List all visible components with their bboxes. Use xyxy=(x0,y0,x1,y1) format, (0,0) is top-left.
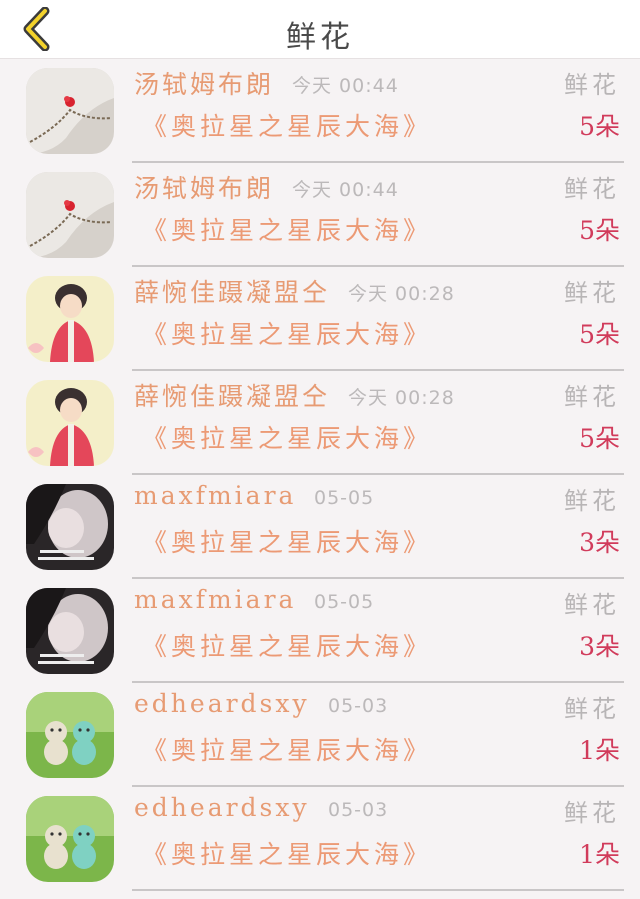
avatar[interactable] xyxy=(26,588,114,674)
sender-name[interactable]: 薛惋佳蹑凝盟仝 xyxy=(134,273,330,309)
gift-count: 5朵 xyxy=(579,424,620,453)
page-title: 鲜花 xyxy=(286,20,354,55)
avatar[interactable] xyxy=(26,172,114,258)
list-item[interactable]: maxfmiara 05-05 鲜花《奥拉星之星辰大海》 3朵 xyxy=(0,475,640,579)
gift-type: 鲜花 xyxy=(564,71,620,99)
timestamp: 05-03 xyxy=(328,695,389,717)
lace-rose-icon xyxy=(26,172,114,258)
room-title[interactable]: 《奥拉星之星辰大海》 xyxy=(142,627,432,663)
teddy-bears-icon xyxy=(26,796,114,882)
room-title[interactable]: 《奥拉星之星辰大海》 xyxy=(142,731,432,767)
timestamp: 今天 00:44 xyxy=(292,179,399,201)
list-item[interactable]: 薛惋佳蹑凝盟仝 今天 00:28 鲜花《奥拉星之星辰大海》 5朵 xyxy=(0,267,640,371)
gift-count: 1朵 xyxy=(579,736,620,765)
room-title[interactable]: 《奥拉星之星辰大海》 xyxy=(142,835,432,871)
gift-type: 鲜花 xyxy=(564,279,620,307)
gift-type: 鲜花 xyxy=(564,383,620,411)
girl-photo-icon xyxy=(26,484,114,570)
avatar[interactable] xyxy=(26,692,114,778)
sender-name[interactable]: edheardsxy xyxy=(134,793,310,822)
timestamp: 05-03 xyxy=(328,799,389,821)
record-content: maxfmiara 05-05 鲜花《奥拉星之星辰大海》 3朵 xyxy=(132,579,624,683)
record-content: 薛惋佳蹑凝盟仝 今天 00:28 鲜花《奥拉星之星辰大海》 5朵 xyxy=(132,267,624,371)
header-bar: 鲜花 xyxy=(0,0,640,59)
sender-name[interactable]: maxfmiara xyxy=(134,585,296,614)
avatar[interactable] xyxy=(26,276,114,362)
room-title[interactable]: 《奥拉星之星辰大海》 xyxy=(142,211,432,247)
sender-name[interactable]: 汤轼姆布朗 xyxy=(134,65,274,101)
list-item[interactable]: 汤轼姆布朗 今天 00:44 鲜花《奥拉星之星辰大海》 5朵 xyxy=(0,163,640,267)
gift-count: 3朵 xyxy=(579,632,620,661)
sender-name[interactable]: maxfmiara xyxy=(134,481,296,510)
gift-count: 5朵 xyxy=(579,112,620,141)
room-title[interactable]: 《奥拉星之星辰大海》 xyxy=(142,315,432,351)
list-item[interactable]: 薛惋佳蹑凝盟仝 今天 00:28 鲜花《奥拉星之星辰大海》 5朵 xyxy=(0,371,640,475)
gift-type: 鲜花 xyxy=(564,799,620,827)
timestamp: 今天 00:28 xyxy=(348,283,455,305)
gift-type: 鲜花 xyxy=(564,487,620,515)
list-item[interactable]: edheardsxy 05-03 鲜花《奥拉星之星辰大海》 1朵 xyxy=(0,787,640,891)
avatar[interactable] xyxy=(26,484,114,570)
lace-rose-icon xyxy=(26,68,114,154)
list-item[interactable]: maxfmiara 05-05 鲜花《奥拉星之星辰大海》 3朵 xyxy=(0,579,640,683)
sender-name[interactable]: 汤轼姆布朗 xyxy=(134,169,274,205)
record-content: 汤轼姆布朗 今天 00:44 鲜花《奥拉星之星辰大海》 5朵 xyxy=(132,59,624,163)
gift-type: 鲜花 xyxy=(564,695,620,723)
room-title[interactable]: 《奥拉星之星辰大海》 xyxy=(142,107,432,143)
avatar[interactable] xyxy=(26,68,114,154)
anime-boy-icon xyxy=(26,276,114,362)
timestamp: 今天 00:28 xyxy=(348,387,455,409)
record-content: edheardsxy 05-03 鲜花《奥拉星之星辰大海》 1朵 xyxy=(132,683,624,787)
gift-type: 鲜花 xyxy=(564,591,620,619)
list-item[interactable]: 汤轼姆布朗 今天 00:44 鲜花《奥拉星之星辰大海》 5朵 xyxy=(0,59,640,163)
gift-type: 鲜花 xyxy=(564,175,620,203)
sender-name[interactable]: 薛惋佳蹑凝盟仝 xyxy=(134,377,330,413)
record-content: edheardsxy 05-03 鲜花《奥拉星之星辰大海》 1朵 xyxy=(132,787,624,891)
avatar[interactable] xyxy=(26,380,114,466)
room-title[interactable]: 《奥拉星之星辰大海》 xyxy=(142,523,432,559)
room-title[interactable]: 《奥拉星之星辰大海》 xyxy=(142,419,432,455)
teddy-bears-icon xyxy=(26,692,114,778)
sender-name[interactable]: edheardsxy xyxy=(134,689,310,718)
girl-photo-icon xyxy=(26,588,114,674)
gift-record-list: 汤轼姆布朗 今天 00:44 鲜花 《奥拉星之星辰大海》 5朵 汤轼姆布朗 今天 00:4… xyxy=(0,59,640,891)
list-item[interactable]: edheardsxy 05-03 鲜花《奥拉星之星辰大海》 1朵 xyxy=(0,683,640,787)
gift-count: 5朵 xyxy=(579,320,620,349)
timestamp: 05-05 xyxy=(314,591,375,613)
timestamp: 05-05 xyxy=(314,487,375,509)
record-content: 薛惋佳蹑凝盟仝 今天 00:28 鲜花《奥拉星之星辰大海》 5朵 xyxy=(132,371,624,475)
record-content: maxfmiara 05-05 鲜花《奥拉星之星辰大海》 3朵 xyxy=(132,475,624,579)
gift-count: 1朵 xyxy=(579,840,620,869)
record-content: 汤轼姆布朗 今天 00:44 鲜花《奥拉星之星辰大海》 5朵 xyxy=(132,163,624,267)
gift-count: 3朵 xyxy=(579,528,620,557)
gift-count: 5朵 xyxy=(579,216,620,245)
avatar[interactable] xyxy=(26,796,114,882)
anime-boy-icon xyxy=(26,380,114,466)
timestamp: 今天 00:44 xyxy=(292,75,399,97)
